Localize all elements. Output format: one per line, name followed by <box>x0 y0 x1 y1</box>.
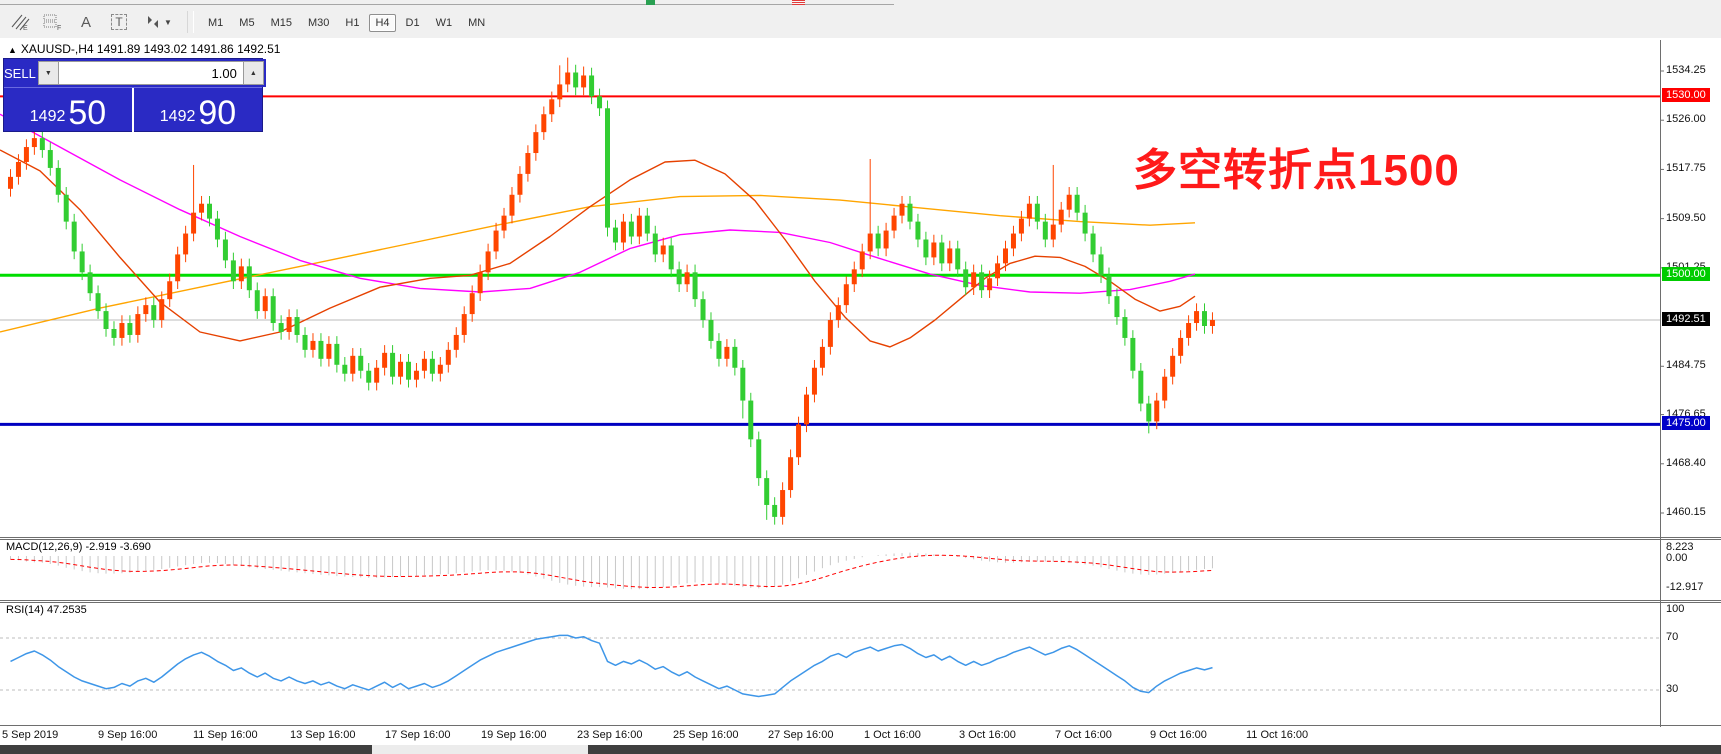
macd-axis-label: -12.917 <box>1666 581 1704 593</box>
chart-window-fragment-icon <box>646 0 655 5</box>
rsi-axis-label: 70 <box>1666 631 1679 643</box>
volume-decrease-button[interactable]: ▼ <box>37 61 59 85</box>
one-click-trade-panel: SELL ▼ ▲ BUY 1492 50 1492 90 <box>3 58 293 133</box>
volume-stepper: ▼ ▲ <box>35 59 266 87</box>
macd-axis-label: 0.00 <box>1666 552 1688 564</box>
price-tick-label: 1484.75 <box>1666 359 1706 372</box>
toolbar: E F A T ▼ M1 M5 M15 M30 H1 H4 D1 W1 MN <box>0 6 1721 39</box>
buy-price-pips: 90 <box>198 94 237 132</box>
time-tick-label: 27 Sep 16:00 <box>768 729 834 741</box>
time-tick-label: 23 Sep 16:00 <box>577 729 643 741</box>
toolbar-separator <box>187 11 194 33</box>
time-tick-label: 9 Sep 16:00 <box>98 729 158 741</box>
chart-annotation-text: 多空转折点1500 <box>1133 146 1460 195</box>
buy-price-main: 1492 <box>159 108 196 125</box>
volume-increase-button[interactable]: ▲ <box>242 61 264 85</box>
time-tick-label: 25 Sep 16:00 <box>673 729 739 741</box>
price-tick-label: 1468.40 <box>1666 456 1706 469</box>
timeframe-button-mn[interactable]: MN <box>462 14 491 32</box>
svg-text:F: F <box>57 25 61 31</box>
text-label-icon[interactable]: A <box>73 11 99 33</box>
sell-price[interactable]: 1492 50 <box>4 88 134 133</box>
time-tick-label: 9 Oct 16:00 <box>1150 729 1207 741</box>
time-tick-label: 17 Sep 16:00 <box>385 729 451 741</box>
price-tick-label: 1509.50 <box>1666 211 1706 224</box>
time-tick-label: 5 Sep 2019 <box>2 729 59 741</box>
equidistant-channel-icon[interactable]: E <box>7 11 33 33</box>
timeframe-button-m5[interactable]: M5 <box>233 14 260 32</box>
timeframe-button-m30[interactable]: M30 <box>302 14 335 32</box>
price-level-badge: 1530.00 <box>1662 88 1710 103</box>
panel-splitter[interactable] <box>0 602 1721 603</box>
sell-price-pips: 50 <box>68 94 107 132</box>
timeframe-button-h1[interactable]: H1 <box>339 14 365 32</box>
timeframe-button-m1[interactable]: M1 <box>202 14 229 32</box>
sell-button[interactable]: SELL <box>4 59 36 87</box>
panel-splitter[interactable] <box>0 539 1721 540</box>
menu-fragment-icon <box>792 0 805 5</box>
volume-input[interactable] <box>58 61 243 85</box>
rsi-axis-label: 100 <box>1666 603 1685 615</box>
time-tick-label: 19 Sep 16:00 <box>481 729 547 741</box>
dropdown-caret-icon[interactable]: ▼ <box>164 18 172 27</box>
price-level-badge: 1475.00 <box>1662 416 1710 431</box>
price-tick-label: 1534.25 <box>1666 64 1706 76</box>
window-edge <box>0 4 894 5</box>
rsi-axis-label: 30 <box>1666 683 1679 695</box>
bottom-scrollbar-area[interactable] <box>0 745 1721 754</box>
time-tick-label: 1 Oct 16:00 <box>864 729 921 741</box>
price-level-badge: 1500.00 <box>1662 267 1710 282</box>
fibonacci-grid-icon[interactable]: F <box>40 11 66 33</box>
timeframe-button-h4[interactable]: H4 <box>369 14 396 32</box>
time-tick-label: 3 Oct 16:00 <box>959 729 1016 741</box>
chart-window[interactable]: ▲ XAUUSD-,H4 1491.89 1493.02 1491.86 1492… <box>0 38 1721 754</box>
timeframe-button-w1[interactable]: W1 <box>430 14 459 32</box>
buy-price[interactable]: 1492 90 <box>134 88 262 133</box>
mt4-window: E F A T ▼ M1 M5 M15 M30 H1 H4 D1 W1 MN ▲ XAUUSD-,… <box>0 0 1721 754</box>
price-tick-label: 1517.75 <box>1666 162 1706 175</box>
price-tick-label: 1526.00 <box>1666 113 1706 126</box>
arrows-tool-icon[interactable]: ▼ <box>139 11 177 33</box>
time-axis-border <box>0 725 1721 726</box>
timeframe-button-m15[interactable]: M15 <box>265 14 298 32</box>
svg-text:E: E <box>23 25 28 31</box>
chart-canvas[interactable] <box>0 38 1721 754</box>
price-level-badge: 1492.51 <box>1662 311 1710 326</box>
text-box-icon[interactable]: T <box>106 11 132 33</box>
price-tick-label: 1460.15 <box>1666 506 1706 518</box>
timeframe-group: M1 M5 M15 M30 H1 H4 D1 W1 MN <box>200 13 493 32</box>
sell-price-main: 1492 <box>29 108 66 125</box>
time-tick-label: 11 Oct 16:00 <box>1246 729 1309 741</box>
scrollbar-thumb[interactable] <box>372 745 588 754</box>
time-tick-label: 11 Sep 16:00 <box>193 729 258 741</box>
timeframe-button-d1[interactable]: D1 <box>400 14 426 32</box>
price-axis-border <box>1660 40 1661 727</box>
panel-splitter[interactable] <box>0 600 1721 601</box>
time-tick-label: 13 Sep 16:00 <box>290 729 356 741</box>
macd-indicator-label: MACD(12,26,9) -2.919 -3.690 <box>6 541 151 553</box>
time-tick-label: 7 Oct 16:00 <box>1055 729 1112 741</box>
rsi-indicator-label: RSI(14) 47.2535 <box>6 604 87 616</box>
panel-splitter[interactable] <box>0 537 1721 538</box>
buy-button[interactable]: BUY <box>266 59 293 87</box>
